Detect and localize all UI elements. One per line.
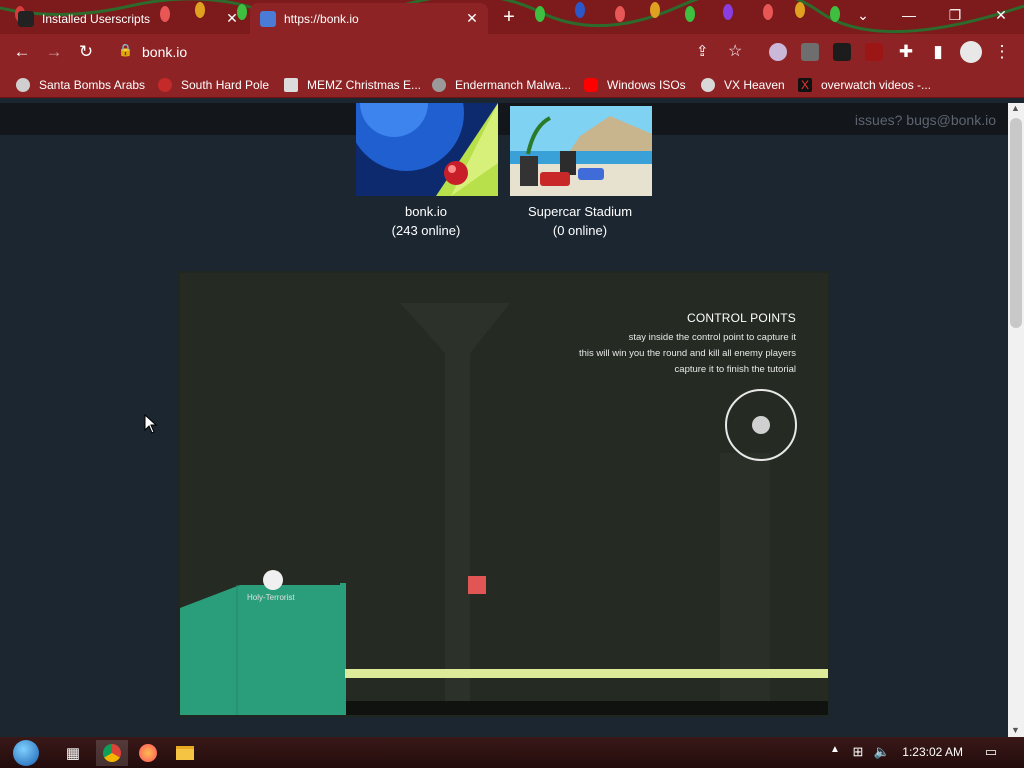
- puzzle-extensions-icon[interactable]: ✚: [895, 41, 917, 63]
- x-icon: X: [798, 78, 812, 92]
- bookmark-label: MEMZ Christmas E...: [307, 78, 422, 92]
- green-platform: [180, 583, 346, 715]
- url-text: bonk.io: [142, 44, 188, 60]
- bonk-ball-artwork: [356, 103, 498, 196]
- bookmark-item[interactable]: X overwatch videos -...: [798, 76, 931, 94]
- folder-icon: [176, 746, 194, 760]
- bookmark-item[interactable]: Endermanch Malwa...: [432, 76, 571, 94]
- tab-search-chevron-icon[interactable]: ⌄: [840, 0, 886, 30]
- windows-taskbar: ▦ ▲ ⊞ 🔈 1:23:02 AM ▭: [0, 737, 1024, 768]
- browser-toolbar: ← → ↻ 🔒 bonk.io ⇪ ☆ ✚ ▮ ⋮: [0, 34, 1024, 70]
- player-ball: [263, 570, 283, 590]
- side-panel-icon[interactable]: ▮: [927, 41, 949, 63]
- game-objects: [180, 389, 828, 715]
- floor-platform: [345, 669, 828, 678]
- mouse-cursor-icon: [144, 414, 158, 434]
- profile-avatar[interactable]: [960, 41, 982, 63]
- windows-logo-icon: [13, 740, 39, 766]
- mode-title-bonk[interactable]: bonk.io: [346, 204, 506, 219]
- close-icon[interactable]: ✕: [224, 10, 240, 26]
- network-icon[interactable]: ⊞: [849, 744, 867, 762]
- close-icon[interactable]: ✕: [464, 10, 480, 26]
- mode-thumbnail-bonk[interactable]: [356, 103, 498, 196]
- tab-title: Installed Userscripts: [42, 11, 151, 26]
- volume-icon[interactable]: 🔈: [873, 744, 891, 762]
- bookmark-label: Santa Bombs Arabs: [39, 78, 146, 92]
- scroll-up-icon[interactable]: ▲: [1011, 103, 1020, 113]
- enemy-red-square: [468, 576, 486, 594]
- bookmark-item[interactable]: VX Heaven: [701, 76, 785, 94]
- mode-thumbnail-supercar[interactable]: [510, 106, 652, 196]
- bookmark-item[interactable]: Santa Bombs Arabs: [16, 76, 145, 94]
- tab-bonk[interactable]: https://bonk.io ✕: [250, 3, 488, 34]
- file-explorer-taskbar-button[interactable]: [170, 740, 200, 766]
- share-icon[interactable]: ⇪: [696, 42, 709, 60]
- bookmark-item[interactable]: MEMZ Christmas E...: [284, 76, 421, 94]
- bookmark-item[interactable]: Windows ISOs: [584, 76, 686, 94]
- start-button[interactable]: [8, 740, 44, 766]
- new-tab-button[interactable]: +: [498, 7, 520, 29]
- bomb-icon: [16, 78, 30, 92]
- issues-contact-text: issues? bugs@bonk.io: [854, 112, 996, 128]
- mode-title-supercar[interactable]: Supercar Stadium: [500, 204, 660, 219]
- forward-arrow-icon[interactable]: →: [43, 41, 65, 63]
- tab-installed-userscripts[interactable]: Installed Userscripts ✕: [8, 3, 248, 34]
- player-name-label: Holy-Terrorist: [247, 593, 295, 602]
- action-center-icon[interactable]: ▭: [982, 744, 1000, 762]
- bookmark-label: VX Heaven: [724, 78, 785, 92]
- bookmark-label: South Hard Pole: [181, 78, 270, 92]
- bookmarks-bar: Santa Bombs Arabs South Hard Pole MEMZ C…: [0, 70, 1024, 98]
- reload-icon[interactable]: ↻: [75, 41, 97, 63]
- firefox-taskbar-button[interactable]: [133, 740, 163, 766]
- menu-dots-icon[interactable]: ⋮: [991, 41, 1013, 63]
- page-header-bar: issues? bugs@bonk.io: [0, 103, 1008, 135]
- bookmark-label: Windows ISOs: [607, 78, 686, 92]
- extension-s-icon[interactable]: [801, 43, 819, 61]
- mode-online-count-bonk: (243 online): [391, 223, 461, 238]
- youtube-icon: [584, 78, 598, 92]
- virus-icon: [158, 78, 172, 92]
- extension-flag-icon[interactable]: [769, 43, 787, 61]
- game-canvas[interactable]: CONTROL POINTS stay inside the control p…: [178, 271, 830, 717]
- lock-icon: 🔒: [118, 43, 133, 57]
- chrome-icon: [103, 744, 121, 762]
- bonk-favicon-icon: [260, 10, 276, 27]
- bookmark-label: overwatch videos -...: [821, 78, 932, 92]
- supercar-stadium-artwork: [510, 106, 652, 196]
- restore-button[interactable]: ❐: [932, 0, 978, 30]
- ublock-icon[interactable]: [865, 43, 883, 61]
- back-arrow-icon[interactable]: ←: [11, 41, 33, 63]
- userscript-icon: [18, 10, 34, 27]
- close-window-button[interactable]: ✕: [978, 0, 1024, 30]
- star-icon[interactable]: ☆: [728, 41, 742, 61]
- scrollbar-thumb[interactable]: [1010, 118, 1022, 328]
- scroll-down-icon[interactable]: ▼: [1011, 725, 1020, 735]
- bookmark-item[interactable]: South Hard Pole: [158, 76, 269, 94]
- chrome-taskbar-button[interactable]: [96, 740, 128, 766]
- mode-online-count-supercar: (0 online): [552, 223, 608, 238]
- firefox-icon: [139, 744, 157, 762]
- bookmark-label: Endermanch Malwa...: [455, 78, 572, 92]
- tab-strip: Installed Userscripts ✕ https://bonk.io …: [0, 0, 1024, 34]
- window-icon: [284, 78, 298, 92]
- taskbar-clock[interactable]: 1:23:02 AM: [902, 745, 963, 759]
- task-view-icon[interactable]: ▦: [58, 740, 88, 766]
- control-point-center: [752, 416, 770, 434]
- tab-title: https://bonk.io: [284, 11, 359, 26]
- raccoon-icon: [432, 78, 446, 92]
- minimize-button[interactable]: —: [886, 0, 932, 30]
- extension-tamper-icon[interactable]: [833, 43, 851, 61]
- tray-expand-icon[interactable]: ▲: [826, 744, 844, 762]
- address-bar[interactable]: 🔒 bonk.io ⇪ ☆: [108, 38, 758, 66]
- skull-icon: [701, 78, 715, 92]
